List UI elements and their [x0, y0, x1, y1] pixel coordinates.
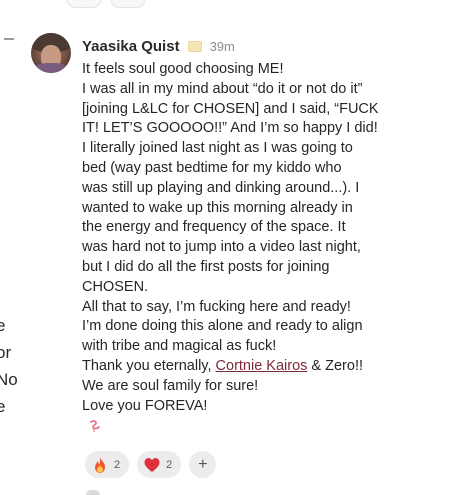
comment-line: We are soul family for sure! — [82, 377, 259, 394]
page: e or No e Yaasika Quist 39m It feels sou… — [0, 0, 476, 495]
cropped-left-text-line: e — [0, 316, 6, 335]
mention-link[interactable]: Cortnie Kairos — [216, 358, 308, 374]
comment-line: I was all in my mind about “do it or not… — [82, 80, 363, 97]
author-name[interactable]: Yaasika Quist — [82, 38, 180, 55]
comment-header: Yaasika Quist 39m — [82, 38, 235, 55]
comment-line: but I did do all the first posts for joi… — [82, 258, 330, 275]
comment-line: IT! LET’S GOOOOO!!” And I’m so happy I d… — [82, 120, 378, 137]
left-edge-dash — [4, 38, 14, 40]
thanks-line: Thank you eternally, Cortnie Kairos & Ze… — [82, 357, 472, 377]
comment-line: Love you FOREVA! — [82, 397, 208, 414]
heart-emoji-icon — [144, 457, 160, 472]
fire-reaction-count: 2 — [114, 458, 121, 471]
comment-line: [joining L&LC for CHOSEN] and I said, “F… — [82, 100, 379, 117]
comment-line: the energy and frequency of the space. I… — [82, 219, 346, 236]
thanks-suffix: & Zero!! — [307, 357, 364, 374]
cropped-left-text: e or No e — [0, 312, 18, 420]
comment-line: wanted to wake up this morning already i… — [82, 199, 353, 216]
comment-body: It feels soul good choosing ME! I was al… — [82, 60, 472, 416]
cropped-left-text-line: No — [0, 370, 18, 389]
timestamp[interactable]: 39m — [210, 39, 235, 54]
comment-line: was hard not to jump into a video last n… — [82, 239, 361, 256]
comment-line: bed (way past bedtime for my kiddo who — [82, 159, 342, 176]
badge-icon — [187, 41, 202, 52]
heart-reaction-button[interactable]: 2 — [137, 451, 182, 478]
cropped-left-text-line: e — [0, 397, 6, 416]
fire-reaction-button[interactable]: 2 — [85, 451, 130, 478]
cropped-top-element — [110, 0, 146, 8]
thanks-prefix: Thank you eternally, — [82, 357, 216, 374]
comment-line: It feels soul good choosing ME! — [82, 61, 284, 77]
cropped-left-text-line: or — [0, 343, 12, 362]
comment-line: was still up playing and dinking around.… — [82, 179, 360, 196]
cropped-top-element — [66, 0, 102, 8]
add-reaction-button[interactable]: + — [189, 451, 217, 478]
comment-line: CHOSEN. — [82, 278, 149, 295]
comment-line: I’m done doing this alone and ready to a… — [82, 318, 363, 335]
comment-line: with tribe and magical as fuck! — [82, 338, 277, 355]
cropped-bottom-element — [86, 490, 100, 495]
heart-reaction-count: 2 — [166, 458, 173, 471]
flamingo-icon — [90, 420, 100, 432]
fire-emoji-icon — [95, 456, 105, 473]
comment-line: I literally joined last night as I was g… — [82, 140, 353, 157]
comment-line: All that to say, I’m fucking here and re… — [82, 298, 351, 315]
avatar[interactable] — [31, 33, 71, 73]
reactions-bar: 2 2 + — [85, 451, 217, 478]
